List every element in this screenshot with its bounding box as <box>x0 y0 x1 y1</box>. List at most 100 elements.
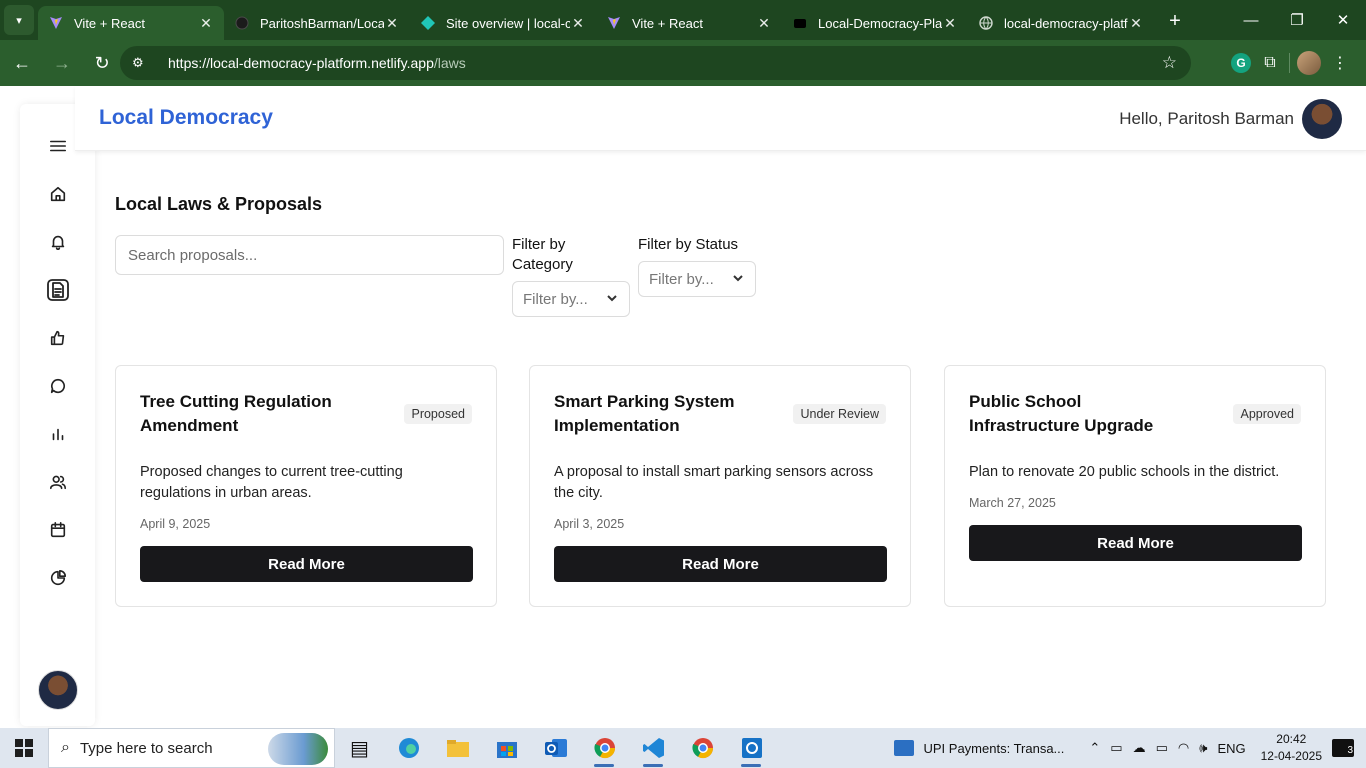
category-filter-select[interactable]: Filter by... <box>512 281 630 317</box>
system-clock[interactable]: 20:42 12-04-2025 <box>1261 731 1322 765</box>
chat-icon[interactable] <box>38 371 78 401</box>
system-tray: UPI Payments: Transa... ⌃ ▭ ☁ ▭ ◠ 🕪 ENG … <box>893 728 1366 768</box>
grammarly-icon[interactable]: G <box>1231 53 1251 73</box>
browser-tab[interactable]: Vite + React ✕ <box>596 6 782 40</box>
browser-tab[interactable]: ParitoshBarman/Local ✕ <box>224 6 410 40</box>
new-tab-button[interactable]: + <box>1160 6 1190 36</box>
bookmark-star-icon[interactable]: ☆ <box>1162 53 1177 73</box>
restore-icon[interactable]: ❐ <box>1274 0 1320 40</box>
proposal-card: Smart Parking System Implementation Unde… <box>529 365 911 607</box>
upi-app-icon <box>893 740 914 756</box>
close-icon[interactable]: ✕ <box>384 15 400 32</box>
bar-chart-icon[interactable] <box>38 419 78 449</box>
network-sync-icon[interactable]: ☁ <box>1133 740 1146 756</box>
toolbar-divider <box>1289 53 1290 73</box>
task-view-icon[interactable]: ▤ <box>335 728 384 768</box>
tab-title: Vite + React <box>632 15 703 31</box>
close-icon[interactable]: ✕ <box>570 15 586 32</box>
read-more-button[interactable]: Read More <box>140 546 473 582</box>
card-description: Proposed changes to current tree-cutting… <box>140 464 403 501</box>
wifi-icon[interactable]: ◠ <box>1178 740 1189 756</box>
card-title: Tree Cutting Regulation Amendment <box>140 392 332 435</box>
address-bar[interactable]: ⚙ https://local-democracy-platform.netli… <box>120 46 1191 80</box>
home-icon[interactable] <box>38 179 78 209</box>
tab-title: ParitoshBarman/Local <box>260 15 384 31</box>
browser-tab[interactable]: Local-Democracy-Pla ✕ <box>782 6 968 40</box>
notification-count: 3 <box>1347 745 1353 756</box>
vite-icon <box>48 15 64 31</box>
users-icon[interactable] <box>38 467 78 497</box>
document-icon[interactable] <box>38 275 78 305</box>
tab-title: local-democracy-platf <box>1004 15 1128 31</box>
card-description: Plan to renovate 20 public schools in th… <box>969 464 1280 480</box>
pie-chart-icon[interactable] <box>38 563 78 593</box>
chrome-profile-icon[interactable] <box>678 728 727 768</box>
thumbs-up-icon[interactable] <box>38 323 78 353</box>
minimize-icon[interactable]: — <box>1228 0 1274 40</box>
vite-icon <box>606 15 622 31</box>
more-menu-icon[interactable]: ⋮ <box>1322 45 1358 81</box>
window-controls: — ❐ ✕ <box>1228 0 1366 40</box>
search-input[interactable] <box>115 235 504 275</box>
remote-sync-icon[interactable] <box>727 728 776 768</box>
volume-icon[interactable]: 🕪 <box>1199 740 1207 756</box>
card-title: Smart Parking System Implementation <box>554 392 735 435</box>
user-greeting: Hello, Paritosh Barman <box>1119 109 1294 128</box>
globe-icon <box>978 15 994 31</box>
close-window-icon[interactable]: ✕ <box>1320 0 1366 40</box>
chevron-up-icon[interactable]: ⌃ <box>1089 740 1100 756</box>
read-more-button[interactable]: Read More <box>969 525 1302 561</box>
app-root: Local Democracy Hello, Paritosh Barman L… <box>0 86 1366 728</box>
tray-notification-app[interactable]: UPI Payments: Transa... <box>893 740 1064 756</box>
windows-start-icon[interactable] <box>0 728 48 768</box>
calendar-icon[interactable] <box>38 515 78 545</box>
back-arrow-icon[interactable]: ← <box>4 45 40 81</box>
chrome-icon[interactable] <box>580 728 629 768</box>
edge-icon[interactable] <box>384 728 433 768</box>
status-filter-select[interactable]: Filter by... <box>638 261 756 297</box>
file-explorer-icon[interactable] <box>433 728 482 768</box>
status-badge: Approved <box>1233 404 1301 424</box>
tab-title: Site overview | local-c <box>446 15 570 31</box>
microsoft-store-icon[interactable] <box>482 728 531 768</box>
sidebar-user-avatar[interactable] <box>38 670 78 710</box>
toolbar-actions: G ⧉ ⋮ <box>1230 45 1358 81</box>
brand-logo-text[interactable]: Local Democracy <box>99 106 273 130</box>
meet-now-icon[interactable]: ▭ <box>1110 740 1122 756</box>
clock-time: 20:42 <box>1276 732 1307 746</box>
header-user-avatar[interactable] <box>1302 99 1342 139</box>
taskbar-search-box[interactable]: ⌕ Type here to search <box>48 728 335 768</box>
search-highlight-image <box>268 733 328 765</box>
vscode-icon[interactable] <box>629 728 678 768</box>
tab-search-button[interactable]: ▾ <box>4 5 34 35</box>
profile-avatar[interactable] <box>1297 51 1321 75</box>
battery-icon[interactable]: ▭ <box>1156 740 1168 756</box>
read-more-button[interactable]: Read More <box>554 546 887 582</box>
site-info-icon[interactable]: ⚙ <box>132 55 154 71</box>
bell-icon[interactable] <box>38 227 78 257</box>
outlook-icon[interactable] <box>531 728 580 768</box>
close-icon[interactable]: ✕ <box>1128 15 1144 32</box>
taskbar-search-placeholder: Type here to search <box>79 739 213 757</box>
browser-tab-bar: ▾ Vite + React ✕ ParitoshBarman/Local ✕ … <box>0 0 1366 40</box>
proposal-card: Public School Infrastructure Upgrade App… <box>944 365 1326 607</box>
forward-arrow-icon[interactable]: → <box>44 45 80 81</box>
card-title: Public School Infrastructure Upgrade <box>969 392 1154 435</box>
extensions-icon[interactable]: ⧉ <box>1252 45 1288 81</box>
reload-icon[interactable]: ↻ <box>84 45 120 81</box>
close-icon[interactable]: ✕ <box>198 15 214 32</box>
status-badge: Under Review <box>793 404 886 424</box>
close-icon[interactable]: ✕ <box>942 15 958 32</box>
menu-icon[interactable] <box>38 131 78 161</box>
page-title: Local Laws & Proposals <box>115 194 323 214</box>
status-badge: Proposed <box>404 404 472 424</box>
language-indicator[interactable]: ENG <box>1217 741 1245 756</box>
sidebar <box>20 104 95 726</box>
browser-toolbar: ← → ↻ ⚙ https://local-democracy-platform… <box>0 40 1366 86</box>
notification-center-icon[interactable]: 3 <box>1332 739 1354 757</box>
browser-tab[interactable]: Site overview | local-c ✕ <box>410 6 596 40</box>
browser-tab[interactable]: Vite + React ✕ <box>38 6 224 40</box>
github-icon <box>234 15 250 31</box>
close-icon[interactable]: ✕ <box>756 15 772 32</box>
browser-tab[interactable]: local-democracy-platf ✕ <box>968 6 1154 40</box>
